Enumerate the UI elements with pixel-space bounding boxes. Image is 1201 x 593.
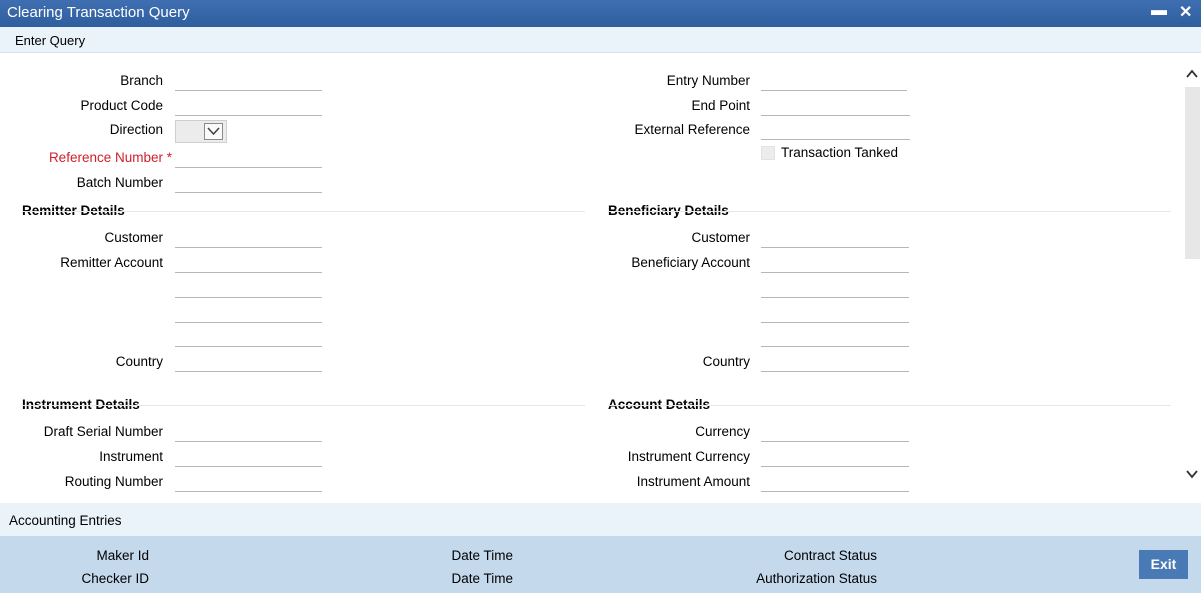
remitter-customer-input[interactable]: [175, 224, 322, 248]
draft-serial-number-input[interactable]: [175, 418, 322, 442]
remitter-country-input[interactable]: [175, 348, 322, 372]
branch-label: Branch: [120, 73, 163, 88]
minimize-icon[interactable]: ▬: [1151, 2, 1167, 20]
chevron-down-icon: [204, 123, 223, 140]
external-reference-label: External Reference: [634, 122, 750, 137]
maker-id-label: Maker Id: [96, 548, 149, 563]
remitter-country-label: Country: [115, 354, 163, 369]
beneficiary-account-input[interactable]: [761, 249, 909, 273]
chevron-up-icon[interactable]: [1185, 67, 1199, 81]
checker-date-time-label: Date Time: [451, 571, 513, 586]
instrument-amount-input[interactable]: [761, 468, 909, 492]
currency-label: Currency: [695, 424, 750, 439]
transaction-tanked-checkbox[interactable]: [761, 146, 775, 160]
direction-select[interactable]: [175, 120, 227, 143]
beneficiary-country-label: Country: [702, 354, 750, 369]
direction-label: Direction: [109, 122, 163, 137]
routing-number-label: Routing Number: [64, 474, 163, 489]
query-form: Branch Product Code Direction Reference …: [0, 53, 1182, 503]
remitter-address-line-1[interactable]: [175, 274, 322, 298]
currency-input[interactable]: [761, 418, 909, 442]
transaction-tanked-label: Transaction Tanked: [781, 145, 899, 160]
remitter-account-input[interactable]: [175, 249, 322, 273]
branch-input[interactable]: [175, 67, 322, 91]
section-divider: [22, 211, 585, 212]
batch-number-label: Batch Number: [76, 175, 163, 190]
vertical-scrollbar[interactable]: [1182, 60, 1201, 503]
remitter-account-label: Remitter Account: [60, 255, 163, 270]
instrument-currency-label: Instrument Currency: [627, 449, 750, 464]
batch-number-input[interactable]: [175, 169, 322, 193]
product-code-input[interactable]: [175, 92, 322, 116]
remitter-address-line-3[interactable]: [175, 323, 322, 347]
beneficiary-address-line-2[interactable]: [761, 299, 909, 323]
beneficiary-customer-label: Customer: [691, 230, 750, 245]
contract-status-label: Contract Status: [783, 548, 877, 563]
beneficiary-address-line-1[interactable]: [761, 274, 909, 298]
window-title: Clearing Transaction Query: [7, 4, 190, 21]
end-point-input[interactable]: [761, 92, 910, 116]
beneficiary-account-label: Beneficiary Account: [631, 255, 750, 270]
entry-number-label: Entry Number: [666, 73, 750, 88]
close-icon[interactable]: ✕: [1179, 2, 1192, 22]
beneficiary-country-input[interactable]: [761, 348, 909, 372]
instrument-input[interactable]: [175, 443, 322, 467]
end-point-label: End Point: [691, 98, 750, 113]
audit-footer: Maker Id Checker ID Date Time Date Time …: [0, 536, 1201, 593]
chevron-down-icon[interactable]: [1185, 467, 1199, 481]
product-code-label: Product Code: [80, 98, 163, 113]
maker-date-time-label: Date Time: [451, 548, 513, 563]
entry-number-input[interactable]: [761, 67, 907, 91]
accounting-entries-button[interactable]: Accounting Entries: [9, 513, 122, 528]
remitter-address-line-2[interactable]: [175, 299, 322, 323]
beneficiary-customer-input[interactable]: [761, 224, 909, 248]
authorization-status-label: Authorization Status: [756, 571, 877, 586]
instrument-amount-label: Instrument Amount: [636, 474, 750, 489]
section-divider: [608, 405, 1171, 406]
reference-number-label: Reference Number *: [48, 150, 172, 165]
external-reference-input[interactable]: [761, 116, 910, 140]
exit-button[interactable]: Exit: [1139, 550, 1188, 579]
title-bar: Clearing Transaction Query ▬ ✕: [0, 0, 1201, 27]
instrument-currency-input[interactable]: [761, 443, 909, 467]
beneficiary-address-line-3[interactable]: [761, 323, 909, 347]
draft-serial-number-label: Draft Serial Number: [43, 424, 163, 439]
scrollbar-thumb[interactable]: [1185, 87, 1200, 259]
instrument-label: Instrument: [99, 449, 163, 464]
section-divider: [22, 405, 585, 406]
reference-number-input[interactable]: [175, 144, 322, 168]
toolbar: Enter Query: [0, 27, 1201, 53]
checker-id-label: Checker ID: [81, 571, 149, 586]
enter-query-button[interactable]: Enter Query: [15, 33, 85, 48]
section-divider: [608, 211, 1171, 212]
accounting-entries-bar: Accounting Entries: [0, 503, 1201, 536]
routing-number-input[interactable]: [175, 468, 322, 492]
remitter-customer-label: Customer: [104, 230, 163, 245]
